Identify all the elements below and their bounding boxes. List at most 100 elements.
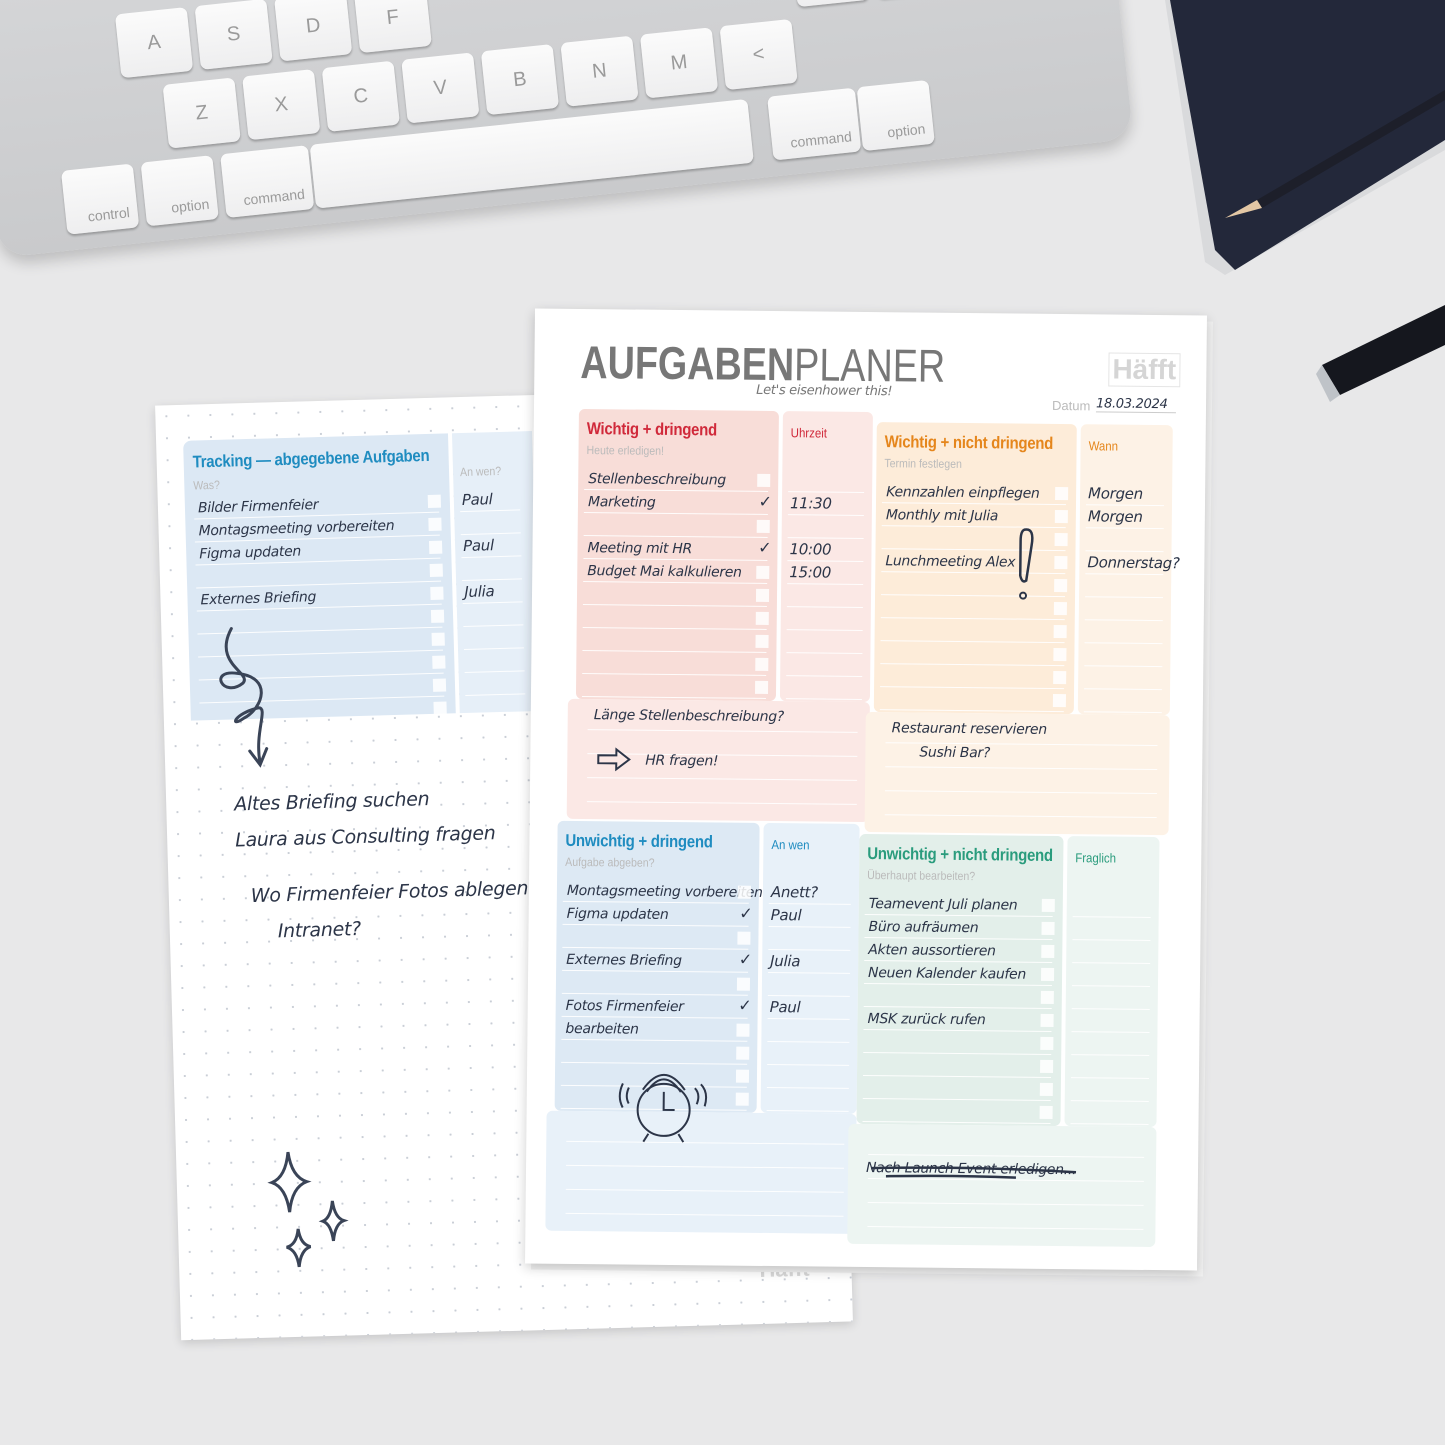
checkbox[interactable] (1053, 601, 1067, 616)
checkbox[interactable] (756, 519, 770, 533)
checkbox[interactable] (755, 611, 769, 625)
checkbox[interactable] (755, 588, 770, 602)
checkbox[interactable] (754, 680, 769, 694)
checkbox[interactable] (737, 885, 751, 899)
task-text: Marketing (587, 494, 656, 511)
quadrant-subtitle: Termin festlegen (884, 456, 962, 471)
task-row: Stellenbeschreibung (584, 467, 771, 492)
tracking-task-text: Bilder Firmenfeier (197, 497, 319, 517)
checkbox[interactable] (736, 1023, 750, 1037)
task-text: Stellenbeschreibung (588, 471, 727, 489)
side-entry (1084, 666, 1163, 691)
task-row (880, 618, 1067, 644)
checkbox[interactable] (432, 678, 447, 692)
checkbox[interactable] (1054, 532, 1068, 547)
checkbox[interactable] (1055, 486, 1069, 501)
note-text: HR fragen! (645, 752, 719, 770)
checkbox[interactable] (430, 609, 445, 623)
task-text: Meeting mit HR (587, 540, 693, 558)
checkbox[interactable] (755, 657, 769, 671)
checkbox[interactable] (1052, 693, 1067, 708)
planner-tagline: Let's eisenhower this! (756, 382, 893, 400)
side-entry: Julia (768, 949, 851, 974)
task-row (582, 628, 769, 653)
checkbox[interactable] (755, 634, 769, 648)
checkbox[interactable] (736, 977, 751, 991)
checkbox[interactable] (737, 931, 751, 945)
quadrant-subtitle: Überhaupt bearbeiten? (867, 868, 976, 884)
checkbox[interactable] (1040, 1059, 1054, 1073)
checkmark-icon[interactable]: ✓ (758, 538, 772, 558)
checkbox[interactable] (428, 540, 443, 554)
checkbox[interactable] (757, 473, 771, 487)
checkbox[interactable] (428, 517, 442, 531)
task-row (863, 1029, 1054, 1055)
checkbox[interactable] (1040, 1036, 1054, 1050)
checkbox[interactable] (429, 563, 443, 577)
checkbox[interactable] (1039, 1082, 1053, 1096)
checkbox[interactable] (1053, 670, 1067, 685)
arrow-right-icon (597, 747, 631, 772)
quadrant-column-header: Fraglich (1075, 850, 1117, 866)
checkbox[interactable] (427, 494, 442, 508)
checkbox[interactable] (1041, 898, 1055, 912)
tracking-who (460, 510, 521, 536)
side-entry (787, 515, 864, 539)
checkbox[interactable] (1054, 578, 1068, 593)
checkbox[interactable] (1041, 921, 1055, 935)
side-entry (1084, 620, 1163, 645)
checkbox[interactable] (1040, 990, 1054, 1004)
checkbox[interactable] (432, 655, 446, 669)
checkbox[interactable] (756, 565, 770, 579)
tracking-what-label: Was? (193, 477, 221, 493)
checkbox[interactable] (1054, 509, 1068, 524)
sparkle-icon (267, 1151, 349, 1268)
checkbox[interactable] (1040, 1013, 1054, 1027)
checkbox[interactable] (430, 586, 444, 600)
side-text: Anett? (770, 883, 818, 902)
checkbox[interactable] (1053, 647, 1067, 662)
checkmark-icon[interactable]: ✓ (739, 950, 753, 970)
exclamation-icon (1018, 528, 1034, 600)
side-text: Paul (770, 906, 802, 925)
tracking-note: Intranet? (277, 918, 362, 943)
tracking-who (464, 648, 525, 674)
quadrant-column-header: An wen (771, 837, 810, 853)
quadrant-subtitle: Aufgabe abgeben? (565, 854, 655, 870)
task-row: bearbeiten (561, 1016, 750, 1042)
underline-stroke (871, 1166, 1077, 1179)
quadrant-q3: Unwichtig + dringend Aufgabe abgeben? An w… (545, 820, 860, 1234)
side-entry (1085, 528, 1164, 553)
date-field[interactable]: 18.03.2024 (1095, 396, 1177, 414)
task-text: Budget Mai kalkulieren (587, 563, 742, 581)
checkbox[interactable] (433, 701, 447, 715)
side-entry (768, 926, 851, 951)
checkbox[interactable] (735, 1069, 750, 1083)
checkbox[interactable] (1039, 1105, 1053, 1119)
side-entry: Donnerstag? (1085, 551, 1180, 576)
side-entry (786, 653, 863, 677)
quadrant-title: Unwichtig + dringend (565, 830, 713, 852)
checkbox[interactable] (735, 1092, 749, 1106)
tracking-who: Paul (459, 487, 521, 513)
side-entry (767, 1018, 850, 1043)
checkbox[interactable] (1041, 967, 1055, 981)
task-text: bearbeiten (565, 1020, 639, 1038)
checkbox[interactable] (1054, 555, 1068, 570)
side-entry (785, 676, 863, 700)
tracking-who-text: Julia (464, 582, 495, 601)
checkbox[interactable] (1041, 944, 1055, 958)
side-entry (1071, 1009, 1150, 1033)
checkbox[interactable] (431, 632, 445, 646)
checkmark-icon[interactable]: ✓ (738, 996, 752, 1016)
checkbox[interactable] (1053, 624, 1067, 639)
task-row (862, 1075, 1053, 1101)
checkmark-icon[interactable]: ✓ (758, 492, 773, 512)
checkbox[interactable] (736, 1046, 750, 1060)
quadrant-subtitle: Heute erledigen! (586, 443, 665, 458)
checkmark-icon[interactable]: ✓ (739, 904, 753, 924)
tracking-who (461, 556, 523, 582)
task-row (862, 1098, 1053, 1124)
tracking-who-text: Paul (461, 490, 493, 510)
task-text: Monthly mit Julia (885, 507, 999, 525)
